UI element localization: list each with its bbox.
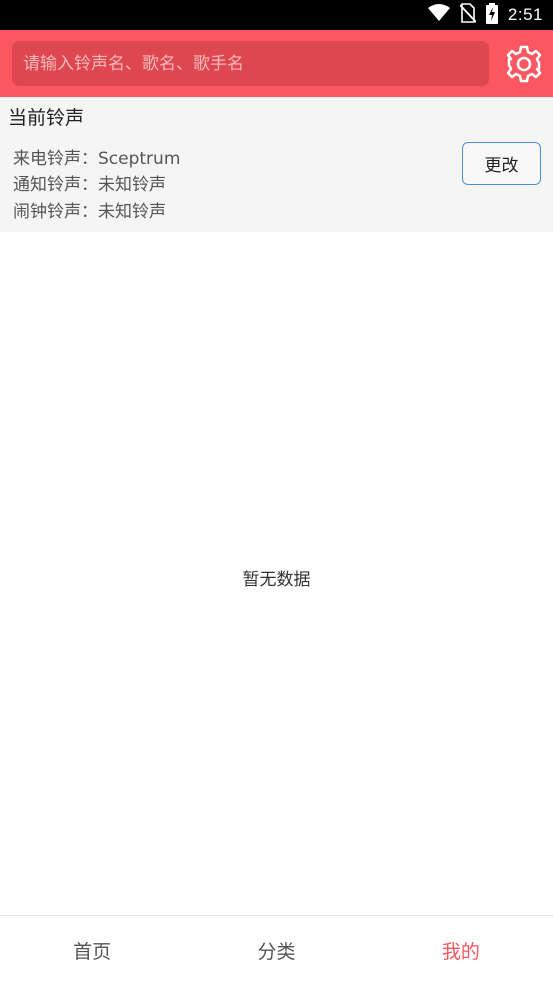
panel-title: 当前铃声 [8,107,85,129]
ringtone-value: Sceptrum [98,149,181,169]
status-bar: 2:51 [0,0,553,30]
ringtone-label: 来电铃声： [13,149,98,169]
settings-gear-icon [505,45,543,87]
status-icons: 2:51 [427,0,543,30]
nav-item-home[interactable]: 首页 [0,916,184,984]
empty-state-text: 暂无数据 [242,570,311,590]
header-bar [0,30,553,97]
ringtone-label: 通知铃声： [13,175,98,195]
settings-button[interactable] [505,45,543,83]
incoming-call-ringtone: 来电铃声：Sceptrum [13,144,180,169]
notification-ringtone: 通知铃声：未知铃声 [13,170,166,195]
ringtone-value: 未知铃声 [98,202,166,222]
status-time: 2:51 [507,5,543,24]
nav-item-category[interactable]: 分类 [184,916,368,984]
search-input[interactable] [21,52,489,75]
bottom-nav: 首页 分类 我的 [0,915,553,984]
change-ringtone-button[interactable]: 更改 [462,142,541,185]
ringtone-value: 未知铃声 [98,175,166,195]
battery-charging-icon [485,2,498,28]
wifi-icon [427,4,450,26]
no-sim-icon [459,3,477,27]
search-box[interactable] [12,41,489,86]
alarm-ringtone: 闹钟铃声：未知铃声 [13,197,166,222]
nav-item-mine[interactable]: 我的 [369,916,553,984]
current-ringtone-panel: 当前铃声 来电铃声：Sceptrum 通知铃声：未知铃声 闹钟铃声：未知铃声 更… [0,97,553,232]
ringtone-label: 闹钟铃声： [13,202,98,222]
